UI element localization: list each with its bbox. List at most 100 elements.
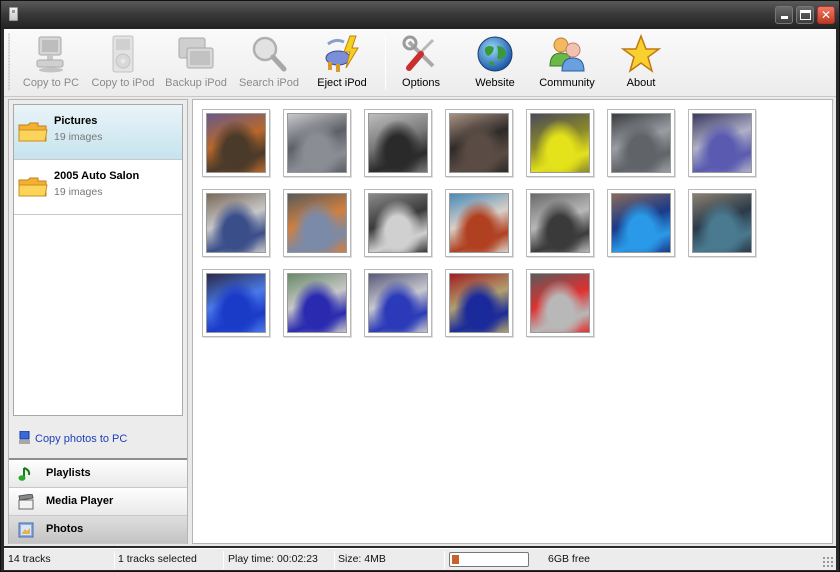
total-size: Size: 4MB <box>338 553 386 565</box>
photo-thumbnail[interactable] <box>526 109 594 177</box>
photo-image <box>611 193 671 253</box>
tab-label: Photos <box>46 523 84 535</box>
copy-to-pc-label: Copy to PC <box>22 77 80 89</box>
eject-ipod-button[interactable]: Eject iPod <box>306 31 378 93</box>
backup-ipod-label: Backup iPod <box>165 77 227 89</box>
album-count: 19 images <box>54 186 103 198</box>
photo-thumbnail[interactable] <box>364 189 432 257</box>
photo-image <box>206 113 266 173</box>
ipod-app-icon <box>9 7 18 21</box>
computer-icon <box>36 36 64 73</box>
capacity-bar <box>449 552 529 567</box>
photo-image <box>449 113 509 173</box>
close-icon: ✕ <box>820 8 832 22</box>
copy-to-ipod-button[interactable]: Copy to iPod <box>87 31 159 93</box>
photo-image <box>368 273 428 333</box>
clapperboard-icon <box>18 494 34 510</box>
status-bar: 14 tracks 1 tracks selected Play time: 0… <box>4 548 836 570</box>
capacity-bar-fill <box>452 555 461 564</box>
photo-thumbnail[interactable] <box>202 189 270 257</box>
track-count: 14 tracks <box>8 553 51 565</box>
photo-image <box>287 273 347 333</box>
photo-thumbnail[interactable] <box>445 109 513 177</box>
photo-image <box>530 113 590 173</box>
album-list: Pictures 19 images 2005 Auto Salon 19 im… <box>13 104 183 416</box>
photo-thumbnail[interactable] <box>607 109 675 177</box>
tab-media-player[interactable]: Media Player <box>9 488 187 516</box>
community-button[interactable]: Community <box>531 31 603 93</box>
photo-image <box>449 273 509 333</box>
album-count: 19 images <box>54 131 103 143</box>
photo-image <box>287 113 347 173</box>
selected-count: 1 tracks selected <box>118 553 197 565</box>
photo-thumbnail[interactable] <box>526 189 594 257</box>
title-bar[interactable]: ✕ <box>1 1 839 29</box>
photo-thumbnail[interactable] <box>688 189 756 257</box>
tab-playlists[interactable]: Playlists <box>9 460 187 488</box>
copy-to-ipod-label: Copy to iPod <box>91 77 155 89</box>
backup-icon <box>178 37 214 69</box>
ipod-icon <box>112 35 134 73</box>
search-ipod-button[interactable]: Search iPod <box>233 31 305 93</box>
eject-plug-icon <box>325 35 359 72</box>
photo-thumbnail[interactable] <box>283 269 351 337</box>
photo-image <box>611 113 671 173</box>
photo-gallery <box>192 99 833 544</box>
folder-icon <box>18 177 48 197</box>
photo-thumbnail[interactable] <box>283 109 351 177</box>
copy-to-pc-button[interactable]: Copy to PC <box>15 31 87 93</box>
photo-thumbnail[interactable] <box>364 269 432 337</box>
maximize-button[interactable] <box>796 6 814 24</box>
eject-ipod-label: Eject iPod <box>317 77 367 89</box>
photo-thumbnail[interactable] <box>364 109 432 177</box>
community-label: Community <box>539 77 595 89</box>
status-divider <box>114 551 115 569</box>
photo-thumbnail[interactable] <box>202 269 270 337</box>
photo-thumbnail[interactable] <box>526 269 594 337</box>
globe-icon <box>477 36 513 72</box>
options-label: Options <box>402 77 440 89</box>
photo-image <box>206 193 266 253</box>
album-item-2005-auto-salon[interactable]: 2005 Auto Salon 19 images <box>14 160 182 215</box>
resize-grip[interactable] <box>822 556 834 568</box>
photo-image <box>287 193 347 253</box>
status-divider <box>334 551 335 569</box>
about-button[interactable]: About <box>605 31 677 93</box>
options-button[interactable]: Options <box>385 31 457 93</box>
website-label: Website <box>475 77 515 89</box>
photo-image <box>692 193 752 253</box>
toolbar-grip[interactable] <box>8 33 10 91</box>
maximize-icon <box>800 10 811 20</box>
status-divider <box>223 551 224 569</box>
tab-photos[interactable]: Photos <box>9 516 187 544</box>
photo-thumbnail[interactable] <box>283 189 351 257</box>
close-button[interactable]: ✕ <box>817 6 835 24</box>
tab-label: Playlists <box>46 467 91 479</box>
photo-image <box>449 193 509 253</box>
album-item-pictures[interactable]: Pictures 19 images <box>14 105 182 160</box>
users-icon <box>549 37 585 72</box>
minimize-button[interactable] <box>775 6 793 24</box>
minimize-icon <box>781 16 788 19</box>
photo-image <box>530 193 590 253</box>
backup-ipod-button[interactable]: Backup iPod <box>160 31 232 93</box>
search-ipod-label: Search iPod <box>239 77 299 89</box>
free-space: 6GB free <box>548 553 591 565</box>
photo-image <box>206 273 266 333</box>
copy-photos-to-pc-label: Copy photos to PC <box>35 433 128 445</box>
nav-tabs: Playlists Media Player Photos <box>9 458 187 544</box>
music-note-icon <box>18 467 31 481</box>
toolbar: Copy to PC Copy to iPod Backup iPod Sear… <box>4 29 836 97</box>
photo-image <box>530 273 590 333</box>
play-time: Play time: 00:02:23 <box>228 553 318 565</box>
photo-thumbnail[interactable] <box>688 109 756 177</box>
photo-thumbnail[interactable] <box>607 189 675 257</box>
sidebar: Pictures 19 images 2005 Auto Salon 19 im… <box>8 99 188 544</box>
website-button[interactable]: Website <box>459 31 531 93</box>
computer-icon <box>19 431 30 444</box>
photo-thumbnail[interactable] <box>445 189 513 257</box>
photo-image <box>368 113 428 173</box>
photo-thumbnail[interactable] <box>445 269 513 337</box>
photo-thumbnail[interactable] <box>202 109 270 177</box>
status-divider <box>444 551 445 569</box>
